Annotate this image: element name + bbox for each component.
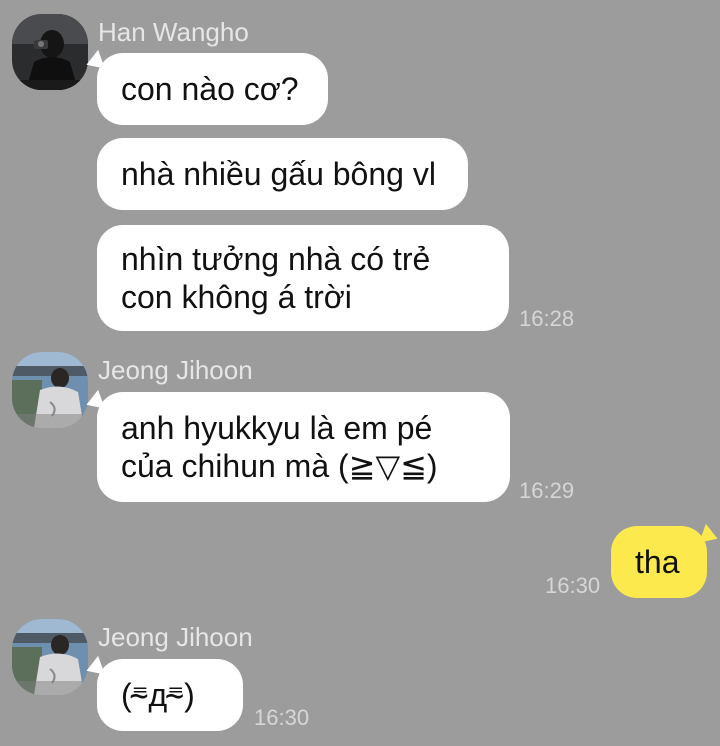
- sender-name: Jeong Jihoon: [98, 355, 253, 385]
- message-bubble[interactable]: anh hyukkyu là em pé của chihun mà (≧▽≦): [97, 392, 510, 502]
- message-text: nhà nhiều gấu bông vl: [121, 156, 436, 192]
- message-bubble[interactable]: nhìn tưởng nhà có trẻ con không á trời: [97, 225, 509, 331]
- message-bubble[interactable]: (⁼̴д⁼̴): [97, 659, 243, 731]
- message-text: con nào cơ?: [121, 71, 299, 107]
- sender-name: Han Wangho: [98, 17, 249, 47]
- message-text-line: anh hyukkyu là em pé: [121, 410, 433, 446]
- message-timestamp: 16:30: [254, 705, 310, 730]
- message-bubble[interactable]: con nào cơ?: [97, 53, 328, 125]
- profile-photo-icon: [12, 619, 88, 695]
- message-timestamp: 16:30: [545, 573, 601, 598]
- outgoing-message-bubble[interactable]: tha: [611, 526, 707, 598]
- sender-name: Jeong Jihoon: [98, 622, 253, 652]
- message-text-line: của chihun mà (≧▽≦): [121, 448, 438, 484]
- message-text-line: nhìn tưởng nhà có trẻ: [121, 241, 431, 277]
- message-text-line: con không á trời: [121, 279, 352, 315]
- message-timestamp: 16:29: [519, 478, 575, 503]
- profile-photo-icon: [12, 352, 88, 428]
- message-text: tha: [635, 544, 680, 580]
- profile-photo-icon: [12, 14, 88, 90]
- message-timestamp: 16:28: [519, 306, 575, 331]
- message-bubble[interactable]: nhà nhiều gấu bông vl: [97, 138, 468, 210]
- avatar-jeong-jihoon[interactable]: [12, 619, 88, 695]
- avatar-jeong-jihoon[interactable]: [12, 352, 88, 428]
- avatar-han-wangho[interactable]: [12, 14, 88, 90]
- message-text: (⁼̴д⁼̴): [121, 677, 195, 713]
